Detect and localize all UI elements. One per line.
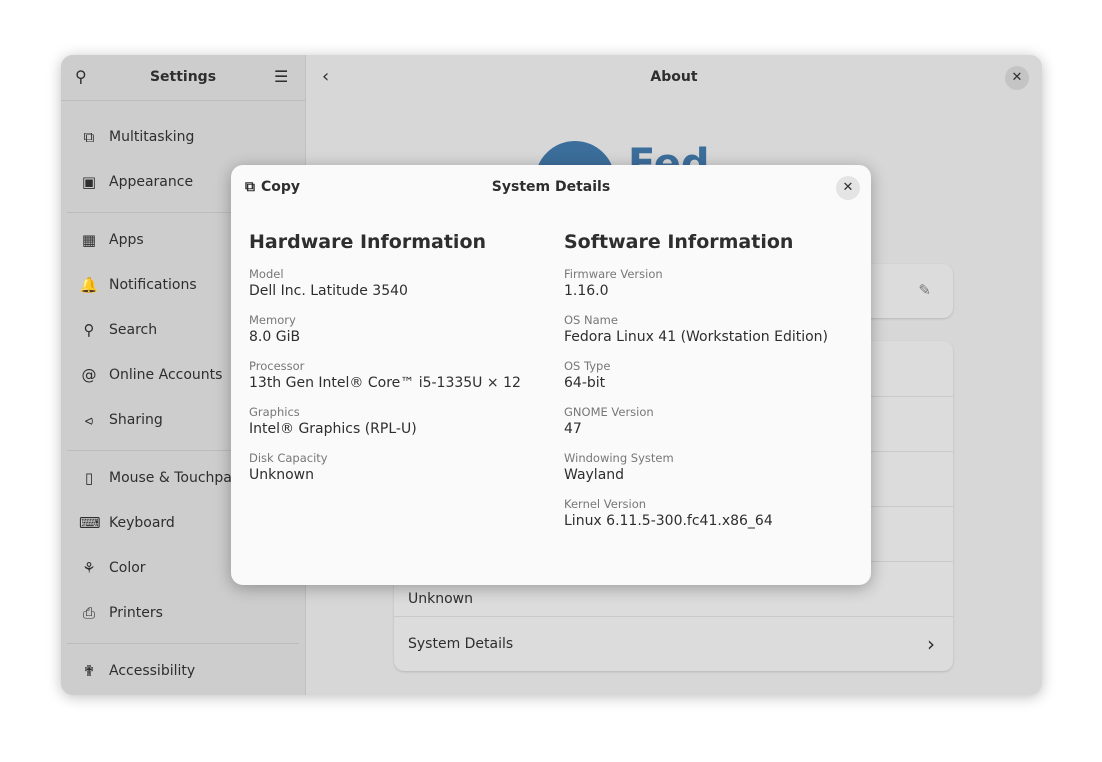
field-label: OS Name xyxy=(564,313,618,327)
hardware-section: Hardware Information Model Dell Inc. Lati… xyxy=(249,231,521,497)
search-icon: ⚲ xyxy=(83,321,95,339)
field-value: 47 xyxy=(564,421,582,437)
field-value: 13th Gen Intel® Core™ i5-1335U × 12 xyxy=(249,375,521,391)
field-label: Firmware Version xyxy=(564,267,663,281)
software-heading: Software Information xyxy=(564,231,794,253)
color-icon: ⚘ xyxy=(82,559,96,577)
sidebar-header: ⚲ Settings ☰ xyxy=(61,55,305,101)
field-label: Graphics xyxy=(249,405,300,419)
appearance-icon: ▣ xyxy=(81,173,97,191)
keyboard-icon: ⌨ xyxy=(79,514,101,532)
field-value: Unknown xyxy=(249,467,314,483)
at-icon: @ xyxy=(81,366,97,384)
bell-icon: 🔔 xyxy=(79,276,99,294)
system-details-label: System Details xyxy=(408,636,514,652)
field-value: Wayland xyxy=(564,467,625,483)
field-label: OS Type xyxy=(564,359,611,373)
page-title: About xyxy=(650,69,698,85)
share-icon: ⪦ xyxy=(84,411,94,429)
sidebar-title: Settings xyxy=(149,69,217,85)
field-label: Processor xyxy=(249,359,305,373)
sidebar-item-label: Accessibility xyxy=(109,663,196,679)
sidebar-item-notifications[interactable]: 🔔 Notifications xyxy=(79,265,197,305)
field-value: 8.0 GiB xyxy=(249,329,301,345)
sidebar-item-label: Apps xyxy=(109,232,144,248)
field-value: Dell Inc. Latitude 3540 xyxy=(249,283,408,299)
field-value: 64-bit xyxy=(564,375,606,391)
multitasking-icon: ⧉ xyxy=(83,128,95,146)
software-section: Software Information Firmware Version 1.1… xyxy=(564,231,828,543)
sidebar-item-apps[interactable]: ▦ Apps xyxy=(79,220,144,260)
system-details-dialog: ⧉ Copy System Details ✕ Hardware Informat… xyxy=(231,165,871,585)
sidebar-item-label: Appearance xyxy=(109,174,194,190)
close-dialog-button[interactable]: ✕ xyxy=(836,176,860,200)
apps-icon: ▦ xyxy=(81,231,97,249)
field-label: Disk Capacity xyxy=(249,451,328,465)
sidebar-item-label: Notifications xyxy=(109,277,197,293)
field-value: Fedora Linux 41 (Workstation Edition) xyxy=(564,329,829,345)
printer-icon: ⎙ xyxy=(82,604,95,622)
hardware-heading: Hardware Information xyxy=(249,231,487,253)
sidebar-item-sharing[interactable]: ⪦ Sharing xyxy=(79,400,163,440)
field-label: Model xyxy=(249,267,284,281)
field-value: Linux 6.11.5-300.fc41.x86_64 xyxy=(564,513,773,529)
sidebar-item-accessibility[interactable]: ✟ Accessibility xyxy=(79,651,195,691)
sidebar-item-label: Sharing xyxy=(109,412,163,428)
chevron-right-icon: › xyxy=(927,632,935,656)
sidebar-item-label: Printers xyxy=(109,605,163,621)
sidebar-item-label: Online Accounts xyxy=(109,367,223,383)
sidebar-item-keyboard[interactable]: ⌨ Keyboard xyxy=(79,503,175,543)
sidebar-item-label: Color xyxy=(109,560,146,576)
system-details-row[interactable]: System Details › xyxy=(394,616,953,671)
mouse-icon: ▯ xyxy=(84,469,94,487)
close-window-button[interactable]: ✕ xyxy=(1005,66,1029,90)
sidebar-item-label: Search xyxy=(109,322,158,338)
sidebar-item-online-accounts[interactable]: @ Online Accounts xyxy=(79,355,223,395)
field-value: Intel® Graphics (RPL-U) xyxy=(249,421,417,437)
sidebar-item-printers[interactable]: ⎙ Printers xyxy=(79,593,163,633)
menu-icon[interactable]: ☰ xyxy=(274,67,288,86)
field-label: Windowing System xyxy=(564,451,674,465)
sidebar-item-appearance[interactable]: ▣ Appearance xyxy=(79,162,193,202)
sidebar-item-label: Keyboard xyxy=(109,515,175,531)
field-label: Kernel Version xyxy=(564,497,647,511)
accessibility-icon: ✟ xyxy=(82,662,96,680)
dialog-title: System Details xyxy=(491,179,611,195)
field-label: Memory xyxy=(249,313,296,327)
divider xyxy=(67,643,299,644)
disk-value: Unknown xyxy=(408,591,473,607)
edit-pencil-icon[interactable]: ✎ xyxy=(918,281,931,299)
sidebar-item-label: Multitasking xyxy=(109,129,195,145)
sidebar-item-multitasking[interactable]: ⧉ Multitasking xyxy=(79,117,195,157)
sidebar-item-search[interactable]: ⚲ Search xyxy=(79,310,158,350)
sidebar-item-label: Mouse & Touchpad xyxy=(109,470,241,486)
field-value: 1.16.0 xyxy=(564,283,609,299)
field-label: GNOME Version xyxy=(564,405,654,419)
sidebar-item-mouse-touchpad[interactable]: ▯ Mouse & Touchpad xyxy=(79,458,241,498)
sidebar-item-color[interactable]: ⚘ Color xyxy=(79,548,146,588)
